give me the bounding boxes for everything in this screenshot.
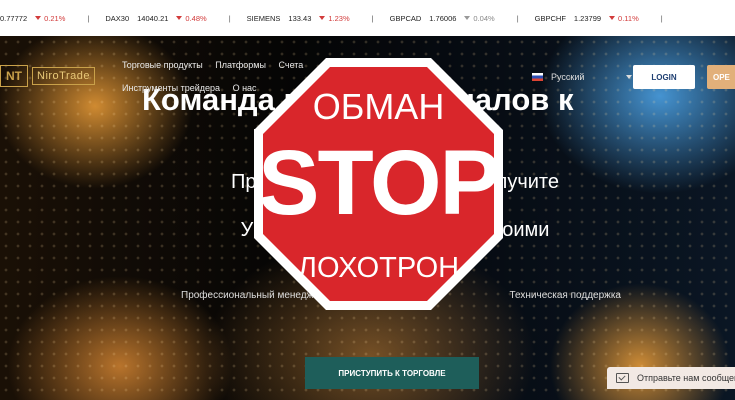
ticker-price: 133.43 <box>288 13 312 23</box>
ticker-item: 0.77772 0.21% | <box>0 14 89 23</box>
ticker-item: GBPCHF 1.23799 0.11% | <box>535 14 663 23</box>
ticker-symbol: DAX30 <box>105 13 130 23</box>
ticker-change: 0.11% <box>618 13 639 23</box>
ticker-item: GBPCAD 1.76006 0.04% | <box>390 14 519 23</box>
ticker-separator: | <box>87 13 90 23</box>
start-trading-button[interactable]: ПРИСТУПИТЬ К ТОРГОВЛЕ <box>305 357 479 389</box>
feature-support: Техническая поддержка <box>509 290 621 301</box>
ticker-price: 1.76006 <box>429 13 457 23</box>
flat-arrow-icon <box>464 16 471 20</box>
ticker-item: DAX30 14040.21 0.48% | <box>105 14 230 23</box>
open-account-button[interactable]: OPE <box>707 65 735 89</box>
chat-widget[interactable]: Отправьте нам сообщение <box>607 367 735 389</box>
chat-label: Отправьте нам сообщение <box>637 373 735 383</box>
ticker-separator: | <box>228 13 231 23</box>
down-arrow-icon <box>609 16 616 20</box>
language-selector[interactable]: Русский <box>532 72 633 82</box>
nav-item-trader-tools[interactable]: Инструменты трейдера <box>122 83 220 93</box>
ticker-change: 0.21% <box>44 13 66 23</box>
ticker-symbol: GBPCHF <box>534 13 566 23</box>
ticker-change: 0.48% <box>185 13 207 23</box>
stop-top-text: ОБМАН <box>312 86 445 127</box>
stop-main-text: STOP <box>258 132 501 234</box>
ticker-price: 14040.21 <box>137 13 169 23</box>
ticker-separator: | <box>371 13 374 23</box>
chevron-down-icon <box>626 75 633 79</box>
russia-flag-icon <box>532 73 543 81</box>
ticker-change: 0.04% <box>473 13 495 23</box>
ticker-change: 1.23% <box>328 13 350 23</box>
logo-mark: NT <box>0 65 28 87</box>
down-arrow-icon <box>176 16 183 20</box>
message-icon <box>616 373 629 383</box>
down-arrow-icon <box>35 16 42 20</box>
site-logo[interactable]: NT NiroTrade <box>0 64 112 88</box>
ticker-price: 0.77772 <box>0 13 28 23</box>
ticker-item: SIEMENS 133.43 1.23% | <box>247 14 374 23</box>
logo-text: NiroTrade <box>32 67 95 85</box>
price-ticker: 0.77772 0.21% | DAX30 14040.21 0.48% | S… <box>0 0 735 36</box>
login-button[interactable]: LOGIN <box>633 65 695 89</box>
ticker-symbol: SIEMENS <box>246 13 281 23</box>
nav-item-products[interactable]: Торговые продукты <box>122 60 203 70</box>
stop-bottom-text: ЛОХОТРОН <box>297 252 460 284</box>
ticker-separator: | <box>516 13 519 23</box>
ticker-price: 1.23799 <box>573 13 602 23</box>
ticker-symbol: GBPCAD <box>389 13 422 23</box>
ticker-separator: | <box>660 13 663 23</box>
down-arrow-icon <box>319 16 326 20</box>
language-label: Русский <box>551 72 585 82</box>
